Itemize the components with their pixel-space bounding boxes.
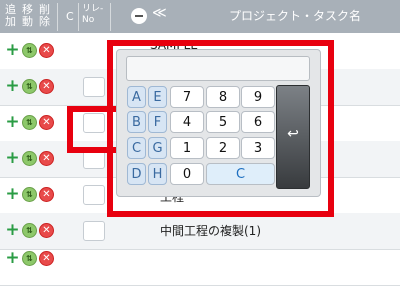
header-task-name-label: プロジェクト・タスク名 (229, 9, 362, 23)
delete-row-button[interactable]: ✕ (39, 43, 54, 58)
header-divider (57, 3, 58, 31)
relay-no-field[interactable] (83, 185, 105, 205)
relay-no-field[interactable] (83, 221, 105, 241)
header-move-label: 移 動 (22, 3, 33, 28)
key-0[interactable]: 0 (170, 163, 204, 185)
move-row-button[interactable]: ⇅ (22, 115, 37, 130)
add-row-button[interactable]: + (5, 42, 20, 59)
add-row-button[interactable]: + (5, 114, 20, 131)
add-row-button[interactable]: + (5, 78, 20, 95)
key-9[interactable]: 9 (241, 86, 275, 108)
delete-row-button[interactable]: ✕ (39, 79, 54, 94)
key-1[interactable]: 1 (170, 137, 204, 159)
add-row-button[interactable]: + (5, 150, 20, 167)
key-8[interactable]: 8 (206, 86, 240, 108)
key-3[interactable]: 3 (241, 137, 275, 159)
key-e[interactable]: E (148, 86, 167, 108)
key-b[interactable]: B (127, 111, 146, 133)
key-g[interactable]: G (148, 137, 167, 159)
delete-row-button[interactable]: ✕ (39, 187, 54, 202)
delete-row-button[interactable]: ✕ (39, 115, 54, 130)
key-f[interactable]: F (148, 111, 167, 133)
add-row-button[interactable]: + (5, 186, 20, 203)
keypad-display[interactable] (126, 56, 310, 81)
move-row-button[interactable]: ⇅ (22, 223, 37, 238)
key-d[interactable]: D (127, 163, 146, 185)
table-row[interactable]: + ⇅ ✕ (0, 249, 400, 286)
collapse-minus-icon[interactable] (131, 8, 147, 24)
move-row-button[interactable]: ⇅ (22, 151, 37, 166)
key-a[interactable]: A (127, 86, 146, 108)
enter-icon[interactable]: ↩ (276, 85, 310, 189)
task-name: 中間工程の複製(1) (160, 224, 261, 238)
relay-no-field[interactable] (83, 77, 105, 97)
key-6[interactable]: 6 (241, 111, 275, 133)
collapse-all-icon[interactable]: ≪ (152, 6, 167, 20)
clear-button[interactable]: C (206, 163, 275, 185)
key-7[interactable]: 7 (170, 86, 204, 108)
header-divider (78, 3, 79, 31)
key-5[interactable]: 5 (206, 111, 240, 133)
add-row-button[interactable]: + (5, 222, 20, 239)
header-divider (110, 3, 111, 31)
move-row-button[interactable]: ⇅ (22, 187, 37, 202)
key-2[interactable]: 2 (206, 137, 240, 159)
key-4[interactable]: 4 (170, 111, 204, 133)
move-row-button[interactable]: ⇅ (22, 43, 37, 58)
key-h[interactable]: H (148, 163, 167, 185)
table-header: 追 加 移 動 削 除 C リレ- No ≪ プロジェクト・タスク名 (0, 0, 400, 33)
delete-row-button[interactable]: ✕ (39, 223, 54, 238)
header-add-label: 追 加 (5, 3, 16, 28)
delete-row-button[interactable]: ✕ (39, 151, 54, 166)
header-c-label: C (66, 10, 74, 23)
move-row-button[interactable]: ⇅ (22, 79, 37, 94)
key-c-hex[interactable]: C (127, 137, 146, 159)
header-delete-label: 削 除 (39, 3, 50, 28)
table-row[interactable]: + ⇅ ✕ 中間工程の複製(1) (0, 213, 400, 250)
header-relay-label: リレ- No (82, 4, 104, 25)
